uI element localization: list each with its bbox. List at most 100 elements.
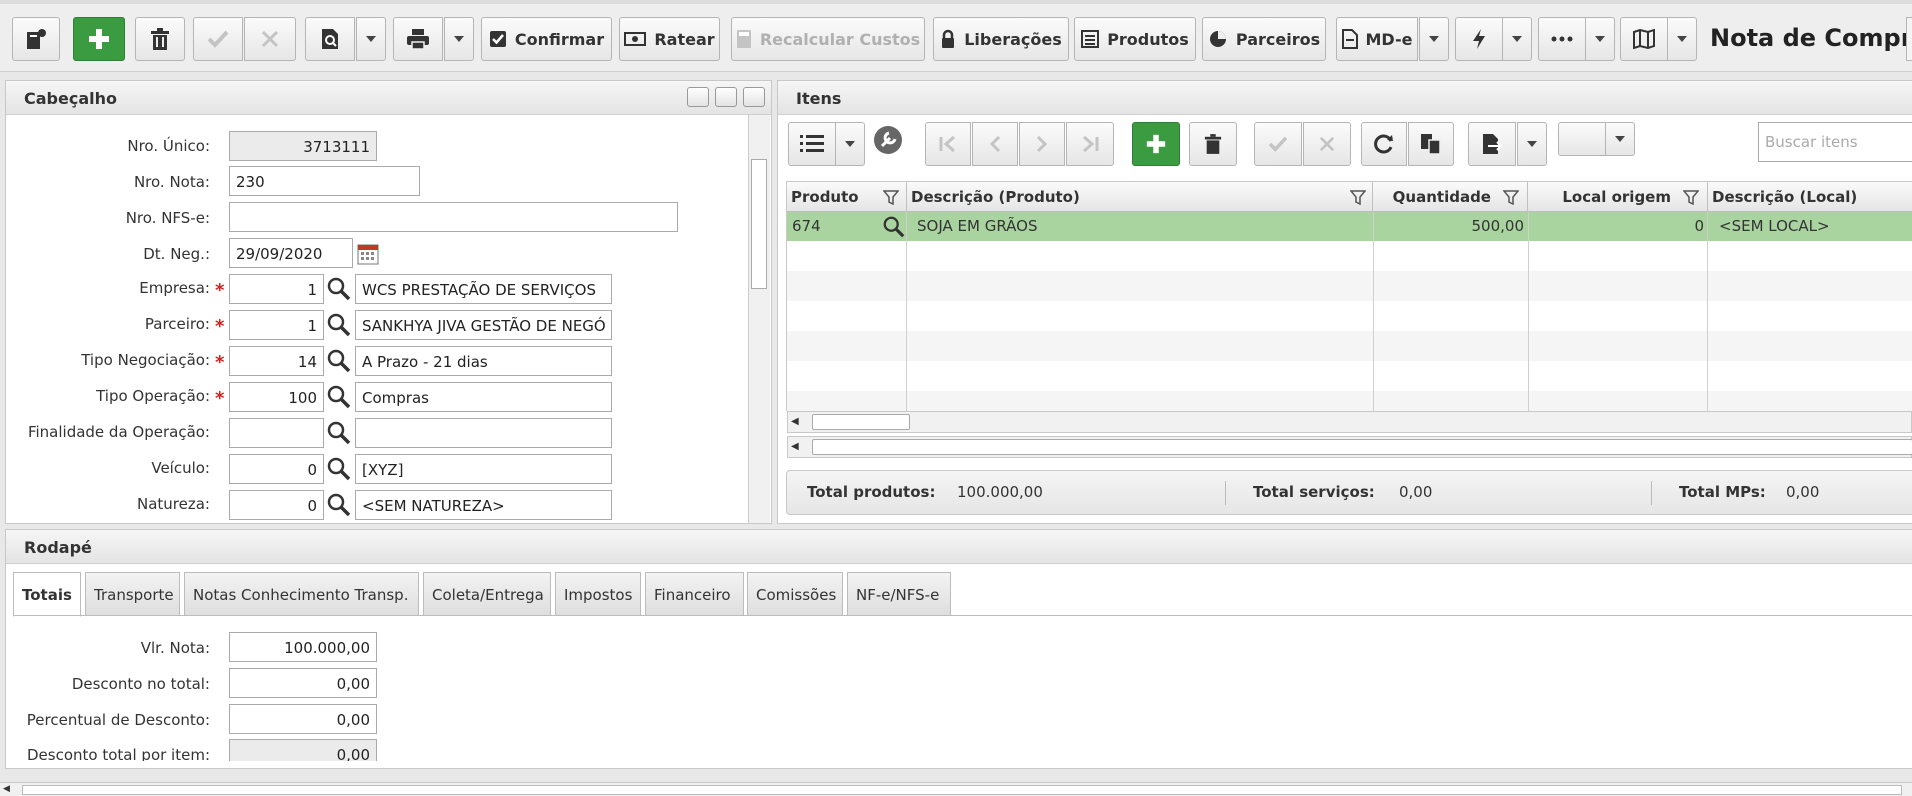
- add-item-button[interactable]: [1132, 122, 1180, 166]
- first-record-button[interactable]: [925, 122, 971, 166]
- wrench-icon[interactable]: [873, 125, 903, 155]
- map-button[interactable]: [1620, 17, 1668, 61]
- mde-dropdown[interactable]: [1419, 17, 1449, 61]
- cancel-button[interactable]: [244, 17, 296, 61]
- frozen-columns-scrollbar[interactable]: ◀: [787, 411, 1912, 433]
- parceiro-desc-field[interactable]: SANKHYA JIVA GESTÃO DE NEGÓ: [355, 310, 612, 340]
- nro-unico-field[interactable]: 3713111: [229, 131, 377, 161]
- more-options-dropdown[interactable]: [1585, 17, 1615, 61]
- search-items-input[interactable]: Buscar itens: [1758, 122, 1912, 162]
- scroll-left-arrow[interactable]: ◀: [3, 784, 10, 794]
- vlr-nota-field[interactable]: 100.000,00: [229, 632, 377, 662]
- export-button[interactable]: [1468, 122, 1516, 166]
- natureza-search-icon[interactable]: [326, 492, 352, 518]
- scroll-left-arrow[interactable]: ◀: [791, 441, 799, 452]
- maximize-panel-button[interactable]: [687, 87, 709, 107]
- tab-financeiro[interactable]: Financeiro: [645, 572, 744, 615]
- finalidade-search-icon[interactable]: [326, 420, 352, 446]
- nro-nfse-field[interactable]: [229, 202, 678, 232]
- actions-button[interactable]: [1455, 17, 1503, 61]
- product-search-icon[interactable]: [882, 215, 906, 239]
- quantidade-filter-icon[interactable]: [1503, 190, 1519, 205]
- view-mode-dropdown[interactable]: [835, 122, 865, 166]
- previous-record-button[interactable]: [972, 122, 1018, 166]
- duplicate-button[interactable]: [1408, 122, 1454, 166]
- local-origem-filter-icon[interactable]: [1683, 190, 1699, 205]
- tipo-operacao-search-icon[interactable]: [326, 384, 352, 410]
- natureza-code-field[interactable]: 0: [229, 490, 324, 520]
- tipo-operacao-desc-field[interactable]: Compras: [355, 382, 612, 412]
- scroll-left-arrow[interactable]: ◀: [791, 416, 799, 427]
- tab-notas-conhecimento[interactable]: Notas Conhecimento Transp.: [184, 572, 419, 615]
- veiculo-desc-field[interactable]: [XYZ]: [355, 454, 612, 484]
- print-button[interactable]: [393, 17, 443, 61]
- add-button[interactable]: [73, 17, 125, 61]
- partners-button[interactable]: Parceiros: [1202, 17, 1326, 61]
- more-options-button[interactable]: [1538, 17, 1586, 61]
- releases-button[interactable]: Liberações: [933, 17, 1069, 61]
- calendar-icon[interactable]: [357, 243, 379, 265]
- nro-nota-field[interactable]: 230: [229, 166, 420, 196]
- delete-button[interactable]: [135, 17, 185, 61]
- configure-button[interactable]: [12, 17, 60, 61]
- print-dropdown[interactable]: [444, 17, 474, 61]
- parceiro-code-field[interactable]: 1: [229, 310, 324, 340]
- header-scroll-thumb[interactable]: [751, 159, 767, 289]
- grid-scroll-thumb[interactable]: [812, 439, 1912, 455]
- page-horizontal-scrollbar[interactable]: ◀: [0, 782, 1912, 796]
- desc-total-item-field[interactable]: 0,00: [229, 739, 377, 761]
- descricao-filter-icon[interactable]: [1350, 190, 1366, 205]
- next-record-button[interactable]: [1019, 122, 1065, 166]
- col-header-descricao-local[interactable]: Descrição (Local): [1708, 182, 1912, 212]
- parceiro-search-icon[interactable]: [326, 312, 352, 338]
- tipo-operacao-code-field[interactable]: 100: [229, 382, 324, 412]
- view-mode-button[interactable]: [788, 122, 836, 166]
- preview-button[interactable]: [305, 17, 355, 61]
- layout-selector-button[interactable]: [1558, 122, 1606, 156]
- preview-dropdown[interactable]: [356, 17, 386, 61]
- save-button[interactable]: [193, 17, 243, 61]
- col-header-local-origem[interactable]: Local origem: [1528, 182, 1708, 212]
- grid-horizontal-scrollbar[interactable]: ◀: [787, 436, 1912, 458]
- veiculo-code-field[interactable]: 0: [229, 454, 324, 484]
- tab-impostos[interactable]: Impostos: [555, 572, 641, 615]
- export-dropdown[interactable]: [1517, 122, 1547, 166]
- tab-comissoes[interactable]: Comissões: [747, 572, 843, 615]
- perc-desconto-field[interactable]: 0,00: [229, 704, 377, 734]
- cancel-item-button[interactable]: [1303, 122, 1351, 166]
- last-record-button[interactable]: [1066, 122, 1114, 166]
- map-dropdown[interactable]: [1667, 17, 1697, 61]
- empresa-code-field[interactable]: 1: [229, 274, 324, 304]
- frozen-scroll-thumb[interactable]: [812, 414, 910, 430]
- tipo-negociacao-code-field[interactable]: 14: [229, 346, 324, 376]
- toolbar-edge-button[interactable]: [1906, 17, 1912, 61]
- finalidade-code-field[interactable]: [229, 418, 324, 448]
- table-row[interactable]: 674 SOJA EM GRÃOS 500,00 0 <SEM LOCAL>: [787, 212, 1912, 241]
- products-button[interactable]: Produtos: [1074, 17, 1196, 61]
- natureza-desc-field[interactable]: <SEM NATUREZA>: [355, 490, 612, 520]
- recalculate-costs-button[interactable]: Recalcular Custos: [731, 17, 925, 61]
- tipo-negociacao-search-icon[interactable]: [326, 348, 352, 374]
- tab-transporte[interactable]: Transporte: [85, 572, 180, 615]
- actions-dropdown[interactable]: [1502, 17, 1532, 61]
- confirm-button[interactable]: Confirmar: [481, 17, 612, 61]
- restore-panel-button[interactable]: [715, 87, 737, 107]
- ratear-button[interactable]: Ratear: [619, 17, 720, 61]
- page-scroll-thumb[interactable]: [22, 785, 1902, 795]
- empresa-desc-field[interactable]: WCS PRESTAÇÃO DE SERVIÇOS: [355, 274, 612, 304]
- dt-neg-field[interactable]: 29/09/2020: [229, 238, 353, 268]
- empresa-search-icon[interactable]: [326, 276, 352, 302]
- mde-button[interactable]: MD-e: [1336, 17, 1418, 61]
- tab-nfe-nfse[interactable]: NF-e/NFS-e: [847, 572, 951, 615]
- tab-coleta-entrega[interactable]: Coleta/Entrega: [423, 572, 551, 615]
- finalidade-desc-field[interactable]: [355, 418, 612, 448]
- veiculo-search-icon[interactable]: [326, 456, 352, 482]
- col-header-descricao[interactable]: Descrição (Produto): [907, 182, 1373, 212]
- refresh-button[interactable]: [1361, 122, 1407, 166]
- collapse-panel-button[interactable]: [743, 87, 765, 107]
- produto-filter-icon[interactable]: [883, 190, 899, 205]
- header-vertical-scrollbar[interactable]: [748, 115, 770, 523]
- delete-item-button[interactable]: [1189, 122, 1237, 166]
- tab-totais[interactable]: Totais: [13, 572, 81, 617]
- save-item-button[interactable]: [1254, 122, 1302, 166]
